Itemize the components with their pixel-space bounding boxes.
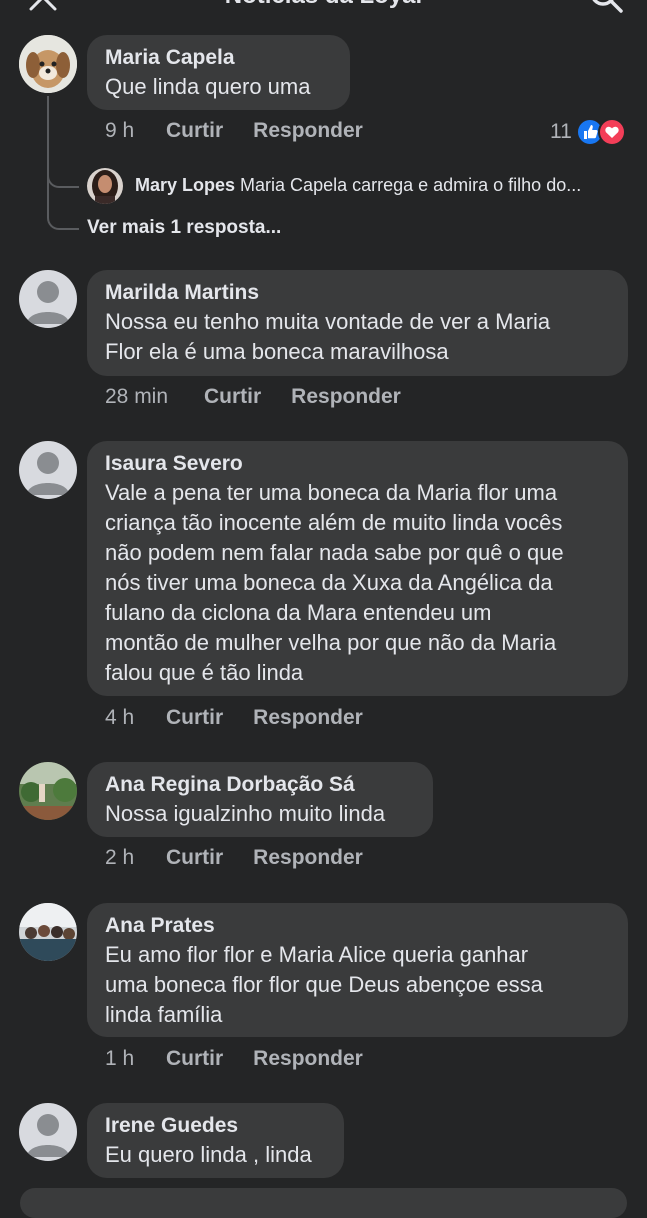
avatar[interactable] — [19, 35, 77, 93]
comment-text-line: Nossa eu tenho muita vontade de ver a Ma… — [105, 309, 551, 334]
comment-text-line: Vale a pena ter uma boneca da Maria flor… — [105, 480, 558, 505]
comment-text-line: fulano da ciclona da Mara entendeu um — [105, 600, 492, 625]
commenter-name[interactable]: Ana Prates — [105, 912, 610, 940]
like-button[interactable]: Curtir — [166, 119, 223, 143]
commenter-name[interactable]: Irene Guedes — [105, 1112, 326, 1140]
comment-text-line: Que linda quero uma — [105, 74, 311, 99]
reply-button[interactable]: Responder — [291, 385, 401, 409]
like-button[interactable]: Curtir — [166, 846, 223, 870]
comment-time[interactable]: 9 h — [105, 119, 166, 143]
comment-input[interactable] — [20, 1188, 627, 1218]
comment-bubble: Maria Capela Que linda quero uma — [87, 35, 350, 110]
comment-actions: 9 h Curtir Responder — [105, 119, 363, 143]
comment-time[interactable]: 4 h — [105, 706, 166, 730]
comment-text-line: Flor ela é uma boneca maravilhosa — [105, 339, 449, 364]
reply-text: Maria Capela carrega e admira o filho do… — [240, 175, 582, 195]
comment-time[interactable]: 2 h — [105, 846, 166, 870]
comment-bubble: Ana Prates Eu amo flor flor e Maria Alic… — [87, 903, 628, 1037]
avatar[interactable] — [19, 441, 77, 499]
more-replies-link[interactable]: Ver mais 1 resposta... — [87, 217, 281, 239]
page-title: Notícias da Loyal — [0, 0, 647, 10]
comment-text-line: nós tiver uma boneca da Xuxa da Angélica… — [105, 570, 553, 595]
avatar[interactable] — [19, 903, 77, 961]
commenter-name[interactable]: Isaura Severo — [105, 450, 610, 478]
comment-text-line: montão de mulher velha por que não da Ma… — [105, 630, 557, 655]
commenter-name[interactable]: Marilda Martins — [105, 279, 610, 307]
thread-branch — [47, 160, 79, 188]
search-icon[interactable] — [588, 0, 624, 14]
avatar[interactable] — [19, 762, 77, 820]
comment-text-line: linda família — [105, 1002, 223, 1027]
comment-time[interactable]: 1 h — [105, 1047, 166, 1071]
comment-actions: 1 h Curtir Responder — [105, 1047, 363, 1071]
comment-text-line: falou que é tão linda — [105, 660, 304, 685]
comment-bubble: Isaura Severo Vale a pena ter uma boneca… — [87, 441, 628, 696]
comment-text-line: não podem nem falar nada sabe por quê o … — [105, 540, 564, 565]
commenter-name[interactable]: Maria Capela — [105, 44, 332, 72]
avatar[interactable] — [87, 168, 123, 204]
avatar[interactable] — [19, 1103, 77, 1161]
comment-text-line: Nossa igualzinho muito linda — [105, 801, 386, 826]
comment-bubble: Marilda Martins Nossa eu tenho muita von… — [87, 270, 628, 376]
reply-author[interactable]: Mary Lopes — [135, 175, 235, 195]
avatar[interactable] — [19, 270, 77, 328]
reply-button[interactable]: Responder — [253, 1047, 363, 1071]
comment-text-line: Eu quero linda , linda — [105, 1142, 312, 1167]
commenter-name[interactable]: Ana Regina Dorbação Sá — [105, 771, 415, 799]
reply-button[interactable]: Responder — [253, 119, 363, 143]
like-button[interactable]: Curtir — [204, 385, 261, 409]
love-reaction-icon — [597, 118, 626, 146]
comment-bubble: Irene Guedes Eu quero linda , linda — [87, 1103, 344, 1178]
like-button[interactable]: Curtir — [166, 1047, 223, 1071]
reaction-count: 11 — [550, 120, 572, 143]
comment-text-line: uma boneca flor flor que Deus abençoe es… — [105, 972, 543, 997]
comment-text-line: Eu amo flor flor e Maria Alice queria ga… — [105, 942, 529, 967]
reply-button[interactable]: Responder — [253, 846, 363, 870]
comment-bubble: Ana Regina Dorbação Sá Nossa igualzinho … — [87, 762, 433, 837]
reply-button[interactable]: Responder — [253, 706, 363, 730]
comment-actions: 2 h Curtir Responder — [105, 846, 363, 870]
comment-actions: 4 h Curtir Responder — [105, 706, 363, 730]
comment-text-line: criança tão inocente além de muito linda… — [105, 510, 563, 535]
top-bar: Notícias da Loyal — [0, 0, 647, 22]
comment-time[interactable]: 28 min — [105, 385, 204, 409]
reactions-summary[interactable]: 11 — [550, 118, 626, 146]
like-button[interactable]: Curtir — [166, 706, 223, 730]
comment-actions: 28 min Curtir Responder — [105, 385, 401, 409]
